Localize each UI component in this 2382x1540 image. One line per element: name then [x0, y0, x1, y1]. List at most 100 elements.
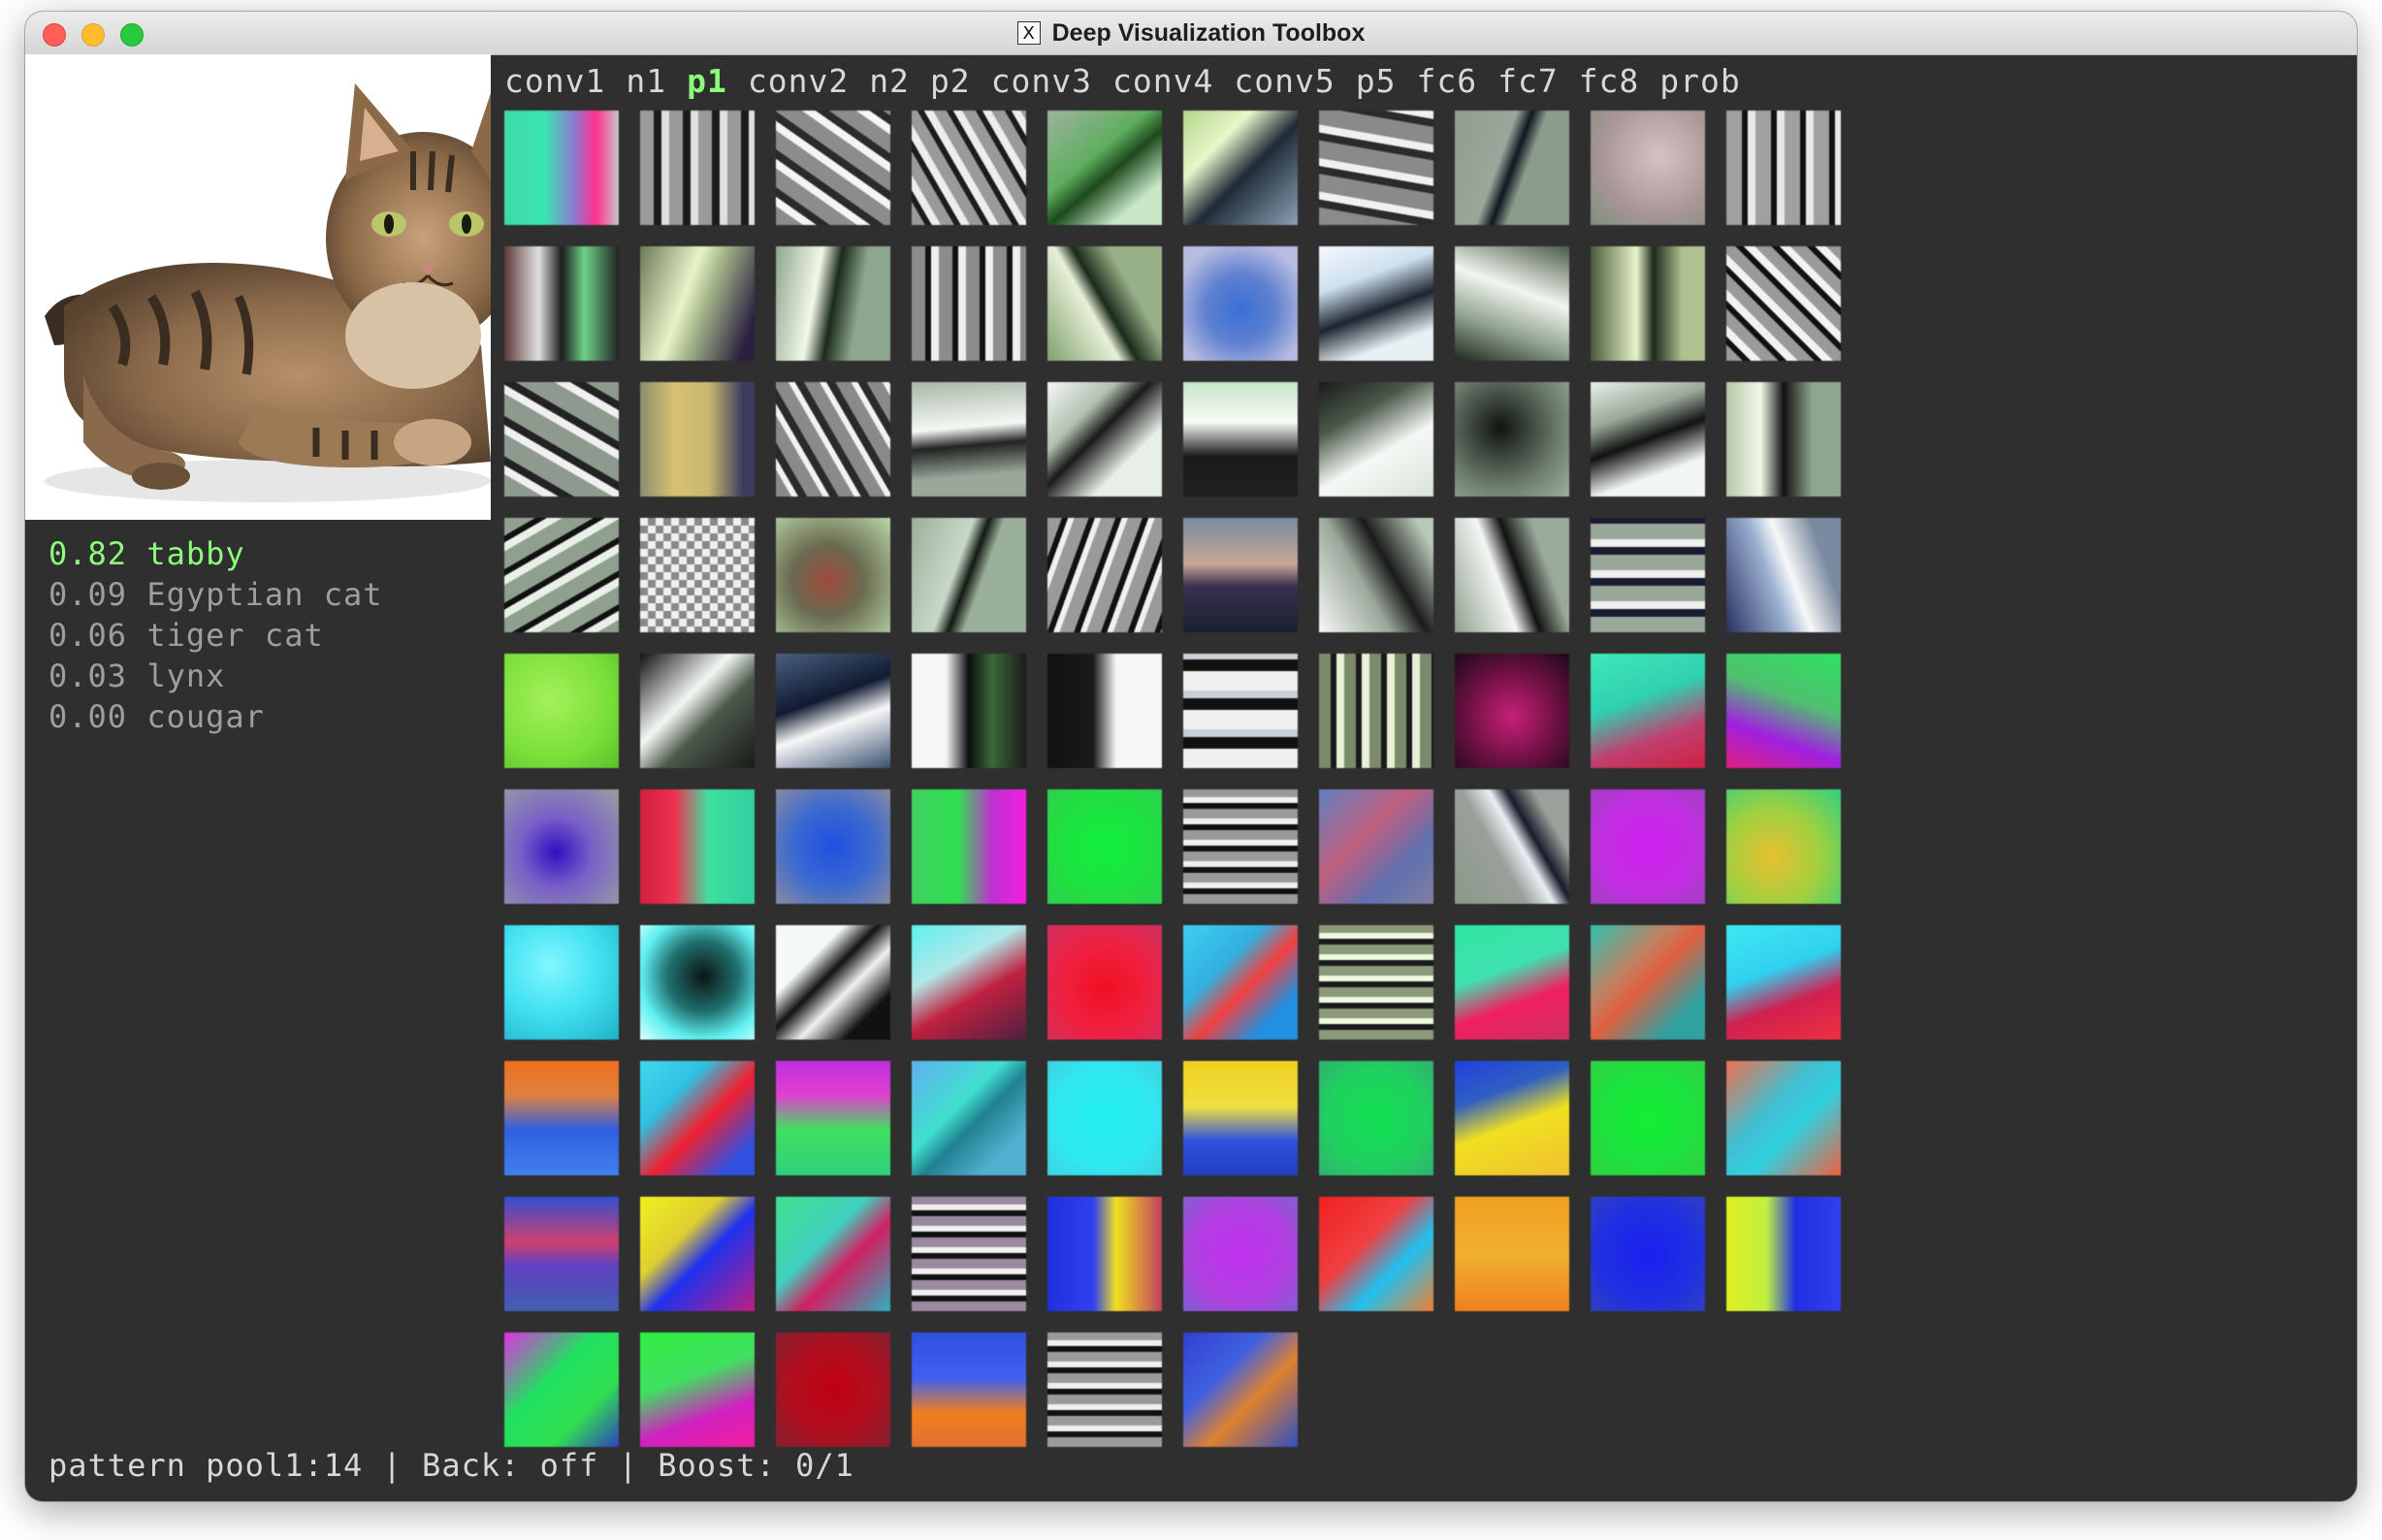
filter-tile[interactable]	[1047, 111, 1162, 225]
filter-tile[interactable]	[1183, 1332, 1298, 1447]
filter-tile[interactable]	[912, 1197, 1026, 1311]
filter-tile[interactable]	[1047, 925, 1162, 1040]
filter-tile[interactable]	[640, 246, 755, 361]
filter-tile[interactable]	[504, 246, 619, 361]
filter-tile[interactable]	[1591, 111, 1705, 225]
filter-tile[interactable]	[1591, 789, 1705, 904]
layer-n2[interactable]: n2	[869, 62, 930, 100]
filter-tile[interactable]	[1726, 1061, 1841, 1175]
filter-tile[interactable]	[1183, 925, 1298, 1040]
filter-tile[interactable]	[776, 1332, 890, 1447]
filter-tile[interactable]	[504, 518, 619, 632]
filter-tile[interactable]	[1319, 789, 1433, 904]
filter-tile[interactable]	[1319, 1197, 1433, 1311]
filter-tile[interactable]	[1047, 1332, 1162, 1447]
filter-tile[interactable]	[912, 111, 1026, 225]
filter-tile[interactable]	[912, 518, 1026, 632]
filter-tile[interactable]	[640, 1061, 755, 1175]
filter-tile[interactable]	[504, 925, 619, 1040]
filter-tile[interactable]	[1455, 246, 1569, 361]
filter-tile[interactable]	[1726, 789, 1841, 904]
filter-tile[interactable]	[640, 382, 755, 497]
layer-fc7[interactable]: fc7	[1497, 62, 1579, 100]
filter-tile[interactable]	[912, 382, 1026, 497]
filter-tile[interactable]	[1591, 1197, 1705, 1311]
layer-p1[interactable]: p1	[687, 62, 748, 100]
filter-tile[interactable]	[776, 789, 890, 904]
filter-tile[interactable]	[1319, 111, 1433, 225]
filter-tile[interactable]	[640, 789, 755, 904]
filter-tile[interactable]	[1183, 1061, 1298, 1175]
filter-tile[interactable]	[1591, 1061, 1705, 1175]
layer-n1[interactable]: n1	[626, 62, 687, 100]
filter-tile[interactable]	[1455, 1061, 1569, 1175]
filter-tile[interactable]	[504, 654, 619, 768]
filter-tile[interactable]	[1726, 1197, 1841, 1311]
filter-tile[interactable]	[1319, 246, 1433, 361]
filter-tile[interactable]	[1455, 925, 1569, 1040]
filter-tile[interactable]	[640, 1197, 755, 1311]
filter-tile[interactable]	[912, 654, 1026, 768]
filter-tile[interactable]	[640, 654, 755, 768]
filter-tile[interactable]	[640, 518, 755, 632]
filter-tile[interactable]	[1726, 518, 1841, 632]
filter-tile[interactable]	[776, 246, 890, 361]
filter-tile[interactable]	[912, 1332, 1026, 1447]
filter-tile[interactable]	[640, 1332, 755, 1447]
filter-tile[interactable]	[1455, 789, 1569, 904]
filter-tile[interactable]	[1319, 1061, 1433, 1175]
filter-tile[interactable]	[1183, 654, 1298, 768]
filter-tile[interactable]	[504, 382, 619, 497]
filter-tile[interactable]	[912, 246, 1026, 361]
filter-tile[interactable]	[1047, 246, 1162, 361]
layer-prob[interactable]: prob	[1659, 62, 1760, 100]
filter-tile[interactable]	[1455, 654, 1569, 768]
layer-conv4[interactable]: conv4	[1112, 62, 1234, 100]
filter-tile[interactable]	[1183, 789, 1298, 904]
filter-tile[interactable]	[776, 111, 890, 225]
filter-tile[interactable]	[1591, 654, 1705, 768]
filter-tile[interactable]	[1047, 518, 1162, 632]
filter-tile[interactable]	[1455, 1197, 1569, 1311]
filter-tile[interactable]	[1183, 111, 1298, 225]
layer-p5[interactable]: p5	[1356, 62, 1417, 100]
filter-tile[interactable]	[1726, 925, 1841, 1040]
filter-tile[interactable]	[1183, 382, 1298, 497]
filter-tile[interactable]	[1047, 654, 1162, 768]
filter-tile[interactable]	[504, 1197, 619, 1311]
layer-fc6[interactable]: fc6	[1416, 62, 1497, 100]
filter-tile[interactable]	[1455, 382, 1569, 497]
layer-conv2[interactable]: conv2	[748, 62, 869, 100]
filter-tile[interactable]	[1047, 1061, 1162, 1175]
filter-tile[interactable]	[1319, 518, 1433, 632]
layer-conv3[interactable]: conv3	[991, 62, 1112, 100]
filter-tile[interactable]	[1455, 111, 1569, 225]
filter-tile[interactable]	[776, 1061, 890, 1175]
layer-fc8[interactable]: fc8	[1579, 62, 1660, 100]
filter-tile[interactable]	[1319, 925, 1433, 1040]
filter-tile[interactable]	[776, 654, 890, 768]
filter-tile[interactable]	[776, 1197, 890, 1311]
layer-conv1[interactable]: conv1	[504, 62, 626, 100]
filter-tile[interactable]	[504, 789, 619, 904]
filter-tile[interactable]	[640, 111, 755, 225]
filter-tile[interactable]	[912, 789, 1026, 904]
filter-tile[interactable]	[1183, 1197, 1298, 1311]
filter-tile[interactable]	[1591, 518, 1705, 632]
layer-conv5[interactable]: conv5	[1234, 62, 1355, 100]
filter-tile[interactable]	[1726, 246, 1841, 361]
filter-tile[interactable]	[912, 925, 1026, 1040]
filter-tile[interactable]	[1726, 382, 1841, 497]
filter-tile[interactable]	[1591, 925, 1705, 1040]
filter-tile[interactable]	[1455, 518, 1569, 632]
filter-tile[interactable]	[1726, 654, 1841, 768]
layer-p2[interactable]: p2	[930, 62, 991, 100]
filter-tile[interactable]	[912, 1061, 1026, 1175]
filter-tile[interactable]	[1591, 246, 1705, 361]
filter-tile[interactable]	[1047, 382, 1162, 497]
filter-tile[interactable]	[1591, 382, 1705, 497]
filter-tile[interactable]	[504, 111, 619, 225]
filter-tile[interactable]	[1319, 382, 1433, 497]
filter-tile[interactable]	[504, 1061, 619, 1175]
filter-tile[interactable]	[776, 518, 890, 632]
